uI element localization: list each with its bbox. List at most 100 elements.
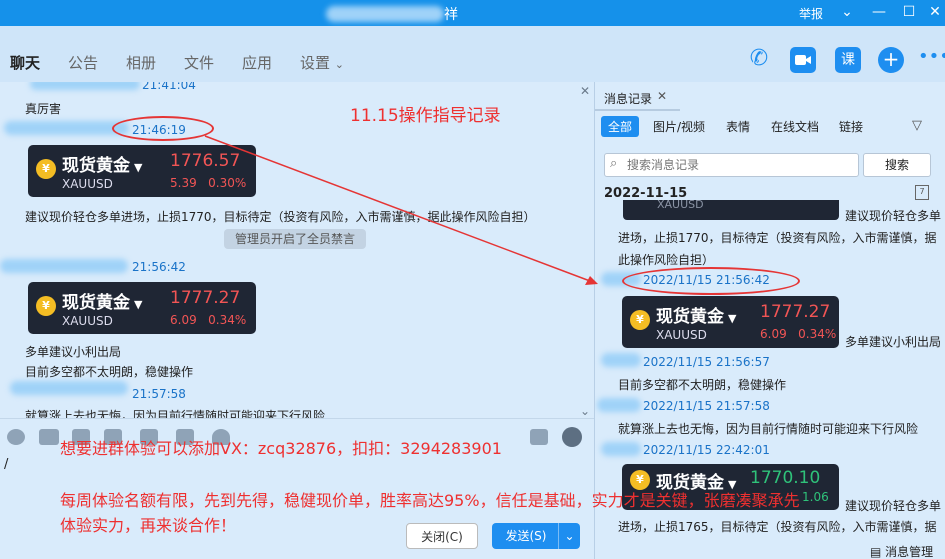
quote-symbol: XAUUSD (62, 177, 113, 191)
quote-price: 1770.10 (750, 468, 821, 488)
expand-icon[interactable] (530, 429, 548, 445)
history-text: 建议现价轻仓多单 (845, 209, 942, 223)
tab-chat[interactable]: 聊天 (10, 52, 40, 73)
filter-all[interactable]: 全部 (601, 116, 640, 137)
history-text: 建议现价轻仓多单 (845, 499, 942, 513)
blurred-sender (0, 259, 128, 273)
quote-name: 现货黄金 ▼ (62, 151, 142, 176)
quote-name-text: 现货黄金 (656, 307, 724, 327)
tab-album[interactable]: 相册 (126, 52, 156, 73)
tab-apps[interactable]: 应用 (242, 52, 272, 73)
gold-quote-card[interactable]: ¥ 现货黄金 ▼ XAUUSD 1777.27 6.09 0.34% (28, 282, 256, 334)
chat-area: 21:41:04 真厉害 ✕ 21:46:19 ¥ 现货黄金 ▼ XAUUSD 1… (0, 82, 594, 418)
history-text: 进场，止损1770，目标待定（投资有风险，入市需谨慎，据 (618, 231, 937, 245)
quote-change-value: 6.09 (760, 327, 787, 341)
quote-price: 1776.57 (170, 151, 241, 171)
message-time: 21:57:58 (132, 387, 186, 401)
message-text: 多单建议小利出局 (25, 345, 122, 359)
tab-underline (595, 109, 680, 111)
history-text: 多单建议小利出局 (845, 335, 942, 349)
message-manage-link[interactable]: ▤ 消息管理 (870, 543, 933, 559)
blurred-sender (4, 121, 129, 135)
quote-name-text: 现货黄金 (62, 293, 130, 313)
blurred-name (326, 6, 444, 22)
coin-icon: ¥ (36, 296, 56, 316)
quote-card-fragment: XAUUSD (623, 199, 839, 220)
minimize-icon[interactable]: — (866, 0, 892, 26)
blurred-sender (601, 353, 641, 367)
input-cursor: / (4, 457, 9, 472)
more-icon[interactable]: ••• (918, 47, 945, 73)
close-window-icon[interactable]: ✕ (922, 0, 945, 26)
coin-icon: ¥ (630, 310, 650, 330)
caret-down-icon: ▼ (134, 161, 143, 174)
quote-name: 现货黄金 ▼ (62, 288, 142, 313)
quote-change-value: 6.09 (170, 313, 197, 327)
annotation-contact: 想要进群体验可以添加VX：zcq32876，扣扣：3294283901 (60, 439, 502, 458)
blurred-sender (601, 442, 641, 456)
annotation-promo-2: 体验实力，再来谈合作！ (60, 516, 237, 535)
annotation-title: 11.15操作指导记录 (350, 106, 501, 126)
manage-icon: ▤ (870, 545, 882, 559)
filter-stickers[interactable]: 表情 (726, 118, 750, 135)
add-icon[interactable]: + (878, 47, 904, 73)
filter-links[interactable]: 链接 (839, 118, 863, 135)
history-time: 2022/11/15 21:56:57 (643, 355, 770, 369)
quote-change: 6.09 0.34% (760, 327, 836, 341)
search-button[interactable]: 搜索 (863, 153, 931, 177)
quote-price: 1777.27 (760, 302, 831, 322)
annotation-promo: 每周体验名额有限，先到先得，稳健现价单，胜率高达95%，信任是基础，实力才是关键… (60, 491, 800, 510)
tab-settings[interactable]: 设置 ⌄ (300, 52, 344, 73)
window-title: 祥 (444, 7, 458, 23)
quote-symbol: XAUUSD (656, 328, 707, 342)
close-icon[interactable]: ✕ (657, 89, 667, 103)
history-clock-icon[interactable] (562, 427, 582, 447)
filter-media[interactable]: 图片/视频 (653, 118, 705, 135)
quote-name-text: 现货黄金 (62, 156, 130, 176)
class-icon[interactable]: 课 (835, 47, 861, 73)
calendar-icon[interactable]: 7 (915, 185, 929, 200)
gif-icon[interactable] (39, 429, 59, 445)
quote-price: 1777.27 (170, 288, 241, 308)
gold-quote-card[interactable]: ¥ 现货黄金 ▼ XAUUSD 1776.57 5.39 0.30% (28, 145, 256, 197)
maximize-icon[interactable]: ☐ (896, 0, 922, 26)
emoji-icon[interactable] (7, 429, 25, 445)
annotation-ellipse (112, 116, 214, 141)
close-button[interactable]: 关闭(C) (406, 523, 478, 549)
history-search-box[interactable]: ⌕ (604, 153, 859, 177)
message-text: 目前多空都不太明朗，稳健操作 (25, 365, 194, 379)
tab-files[interactable]: 文件 (184, 52, 214, 73)
annotation-ellipse (622, 267, 800, 295)
tab-announcement[interactable]: 公告 (68, 52, 98, 73)
chevron-down-icon[interactable]: ⌄ (834, 0, 860, 26)
search-input[interactable] (627, 157, 852, 173)
video-icon[interactable] (790, 47, 816, 73)
manage-label: 消息管理 (885, 545, 934, 559)
chevron-down-icon[interactable]: ⌄ (580, 404, 590, 418)
blurred-sender (10, 381, 128, 395)
quote-change-pct: 0.34% (798, 327, 837, 341)
quote-change-value: 5.39 (170, 176, 197, 190)
gold-quote-card[interactable]: ¥ 现货黄金 ▼ XAUUSD 1777.27 6.09 0.34% (622, 296, 839, 348)
history-time: 2022/11/15 21:57:58 (643, 399, 770, 413)
caret-down-icon: ▼ (728, 312, 737, 325)
message-text: 建议现价轻仓多单进场，止损1770，目标待定（投资有风险，入市需谨慎，据此操作风… (25, 210, 536, 224)
send-button[interactable]: 发送(S) ⌄ (492, 523, 580, 549)
search-icon: ⌕ (610, 156, 618, 171)
chevron-down-icon[interactable]: ⌄ (558, 523, 580, 549)
blurred-sender (597, 398, 641, 412)
phone-icon[interactable]: ✆ (746, 46, 772, 72)
caret-down-icon: ▼ (134, 298, 143, 311)
report-link[interactable]: 举报 (799, 5, 823, 22)
quote-change-pct: 0.30% (208, 176, 247, 190)
filter-docs[interactable]: 在线文档 (771, 118, 819, 135)
close-icon[interactable]: ✕ (580, 84, 590, 98)
filter-icon[interactable]: ▽ (912, 118, 922, 133)
quote-change-pct: 0.34% (208, 313, 247, 327)
quote-name: 现货黄金 ▼ (656, 302, 736, 327)
quote-change: 6.09 0.34% (170, 313, 246, 327)
history-time: 2022/11/15 22:42:01 (643, 443, 770, 457)
chevron-down-icon: ⌄ (334, 58, 345, 71)
message-text: 真厉害 (25, 102, 62, 116)
quote-change: 1.06 (802, 490, 829, 504)
